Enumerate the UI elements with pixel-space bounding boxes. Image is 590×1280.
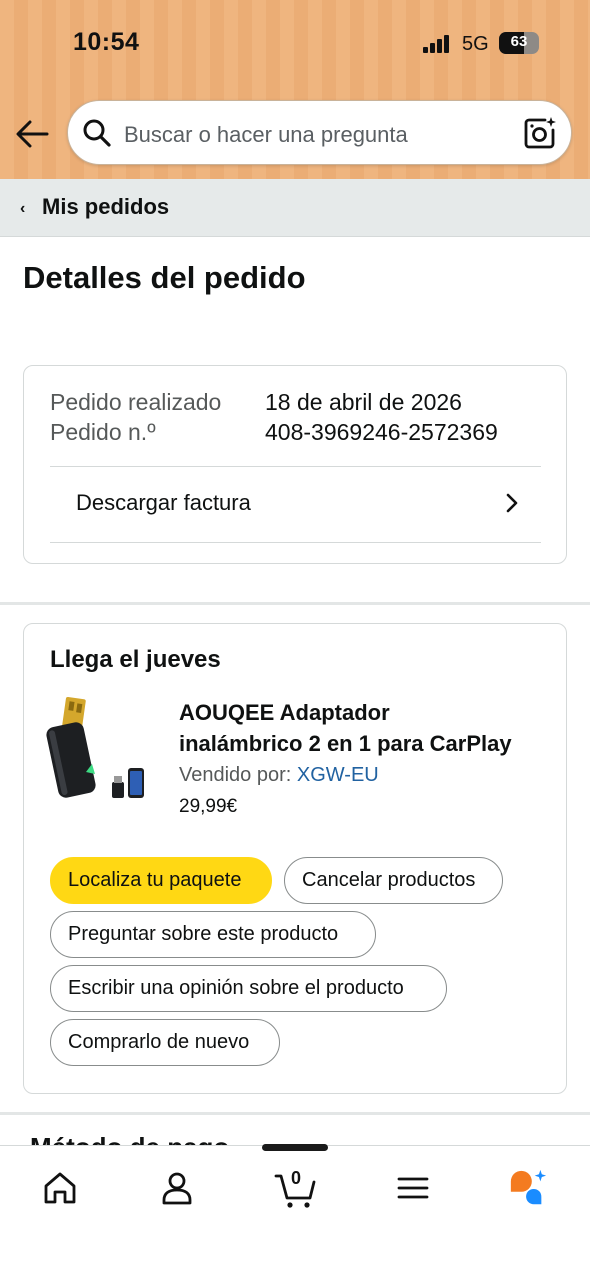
product-thumbnail[interactable] (46, 694, 156, 806)
order-number-value: 408-3969246-2572369 (265, 419, 498, 445)
divider (50, 466, 541, 467)
chevron-right-icon (506, 493, 518, 513)
breadcrumb-label: Mis pedidos (42, 194, 170, 219)
search-placeholder: Buscar o hacer una pregunta (124, 122, 408, 147)
cart-icon[interactable]: 0 (274, 1168, 318, 1212)
product-title-line1: AOUQEE Adaptador (179, 700, 390, 725)
product-title-line2: inalámbrico 2 en 1 para CarPlay (179, 731, 512, 756)
shipment-card: Llega el jueves AOUQEE Adaptador inalámb… (23, 623, 567, 1094)
cancel-items-button[interactable]: Cancelar productos (284, 857, 503, 904)
track-package-button[interactable]: Localiza tu paquete (50, 857, 272, 904)
battery-icon: 63 (499, 32, 539, 54)
search-input[interactable]: Buscar o hacer una pregunta (67, 100, 572, 165)
search-icon (83, 119, 111, 147)
menu-icon[interactable] (393, 1168, 433, 1208)
sheet-grabber[interactable] (262, 1144, 328, 1151)
home-icon[interactable] (40, 1168, 80, 1208)
app-header: 10:54 5G 63 Buscar o hacer una pregunta (0, 0, 590, 179)
ask-product-question-button[interactable]: Preguntar sobre este producto (50, 911, 376, 958)
chevron-left-icon: ‹ (20, 200, 26, 217)
divider (50, 542, 541, 543)
battery-percent: 63 (510, 33, 528, 50)
sold-by-label: Vendido por: (179, 764, 292, 786)
download-invoice-link[interactable]: Descargar factura (50, 468, 541, 544)
sold-by: Vendido por: XGW-EU (179, 764, 379, 787)
write-review-button[interactable]: Escribir una opinión sobre el producto (50, 965, 447, 1012)
status-time: 10:54 (73, 28, 140, 56)
product-price: 29,99€ (179, 796, 238, 817)
cart-count: 0 (290, 1168, 301, 1188)
download-invoice-label: Descargar factura (76, 490, 251, 515)
back-arrow-icon[interactable] (14, 116, 50, 152)
account-icon[interactable] (157, 1168, 197, 1208)
order-date-label: Pedido realizado (50, 389, 222, 415)
breadcrumb[interactable]: ‹ Mis pedidos (0, 179, 590, 237)
buy-again-button[interactable]: Comprarlo de nuevo (50, 1019, 280, 1066)
order-date-value: 18 de abril de 2026 (265, 389, 462, 415)
section-divider (0, 1112, 590, 1115)
order-number-label: Pedido n.º (50, 419, 156, 445)
bottom-nav: 0 (0, 1145, 590, 1280)
section-divider (0, 602, 590, 605)
page-title: Detalles del pedido (23, 260, 306, 295)
signal-icon (423, 35, 451, 53)
arrival-heading: Llega el jueves (50, 646, 221, 673)
rufus-icon[interactable] (508, 1168, 548, 1208)
network-label: 5G (462, 33, 489, 55)
order-info-card: Pedido realizado 18 de abril de 2026 Ped… (23, 365, 567, 564)
seller-link[interactable]: XGW-EU (297, 764, 379, 786)
product-title-link[interactable]: AOUQEE Adaptador inalámbrico 2 en 1 para… (179, 697, 547, 759)
camera-search-icon[interactable] (523, 116, 557, 150)
